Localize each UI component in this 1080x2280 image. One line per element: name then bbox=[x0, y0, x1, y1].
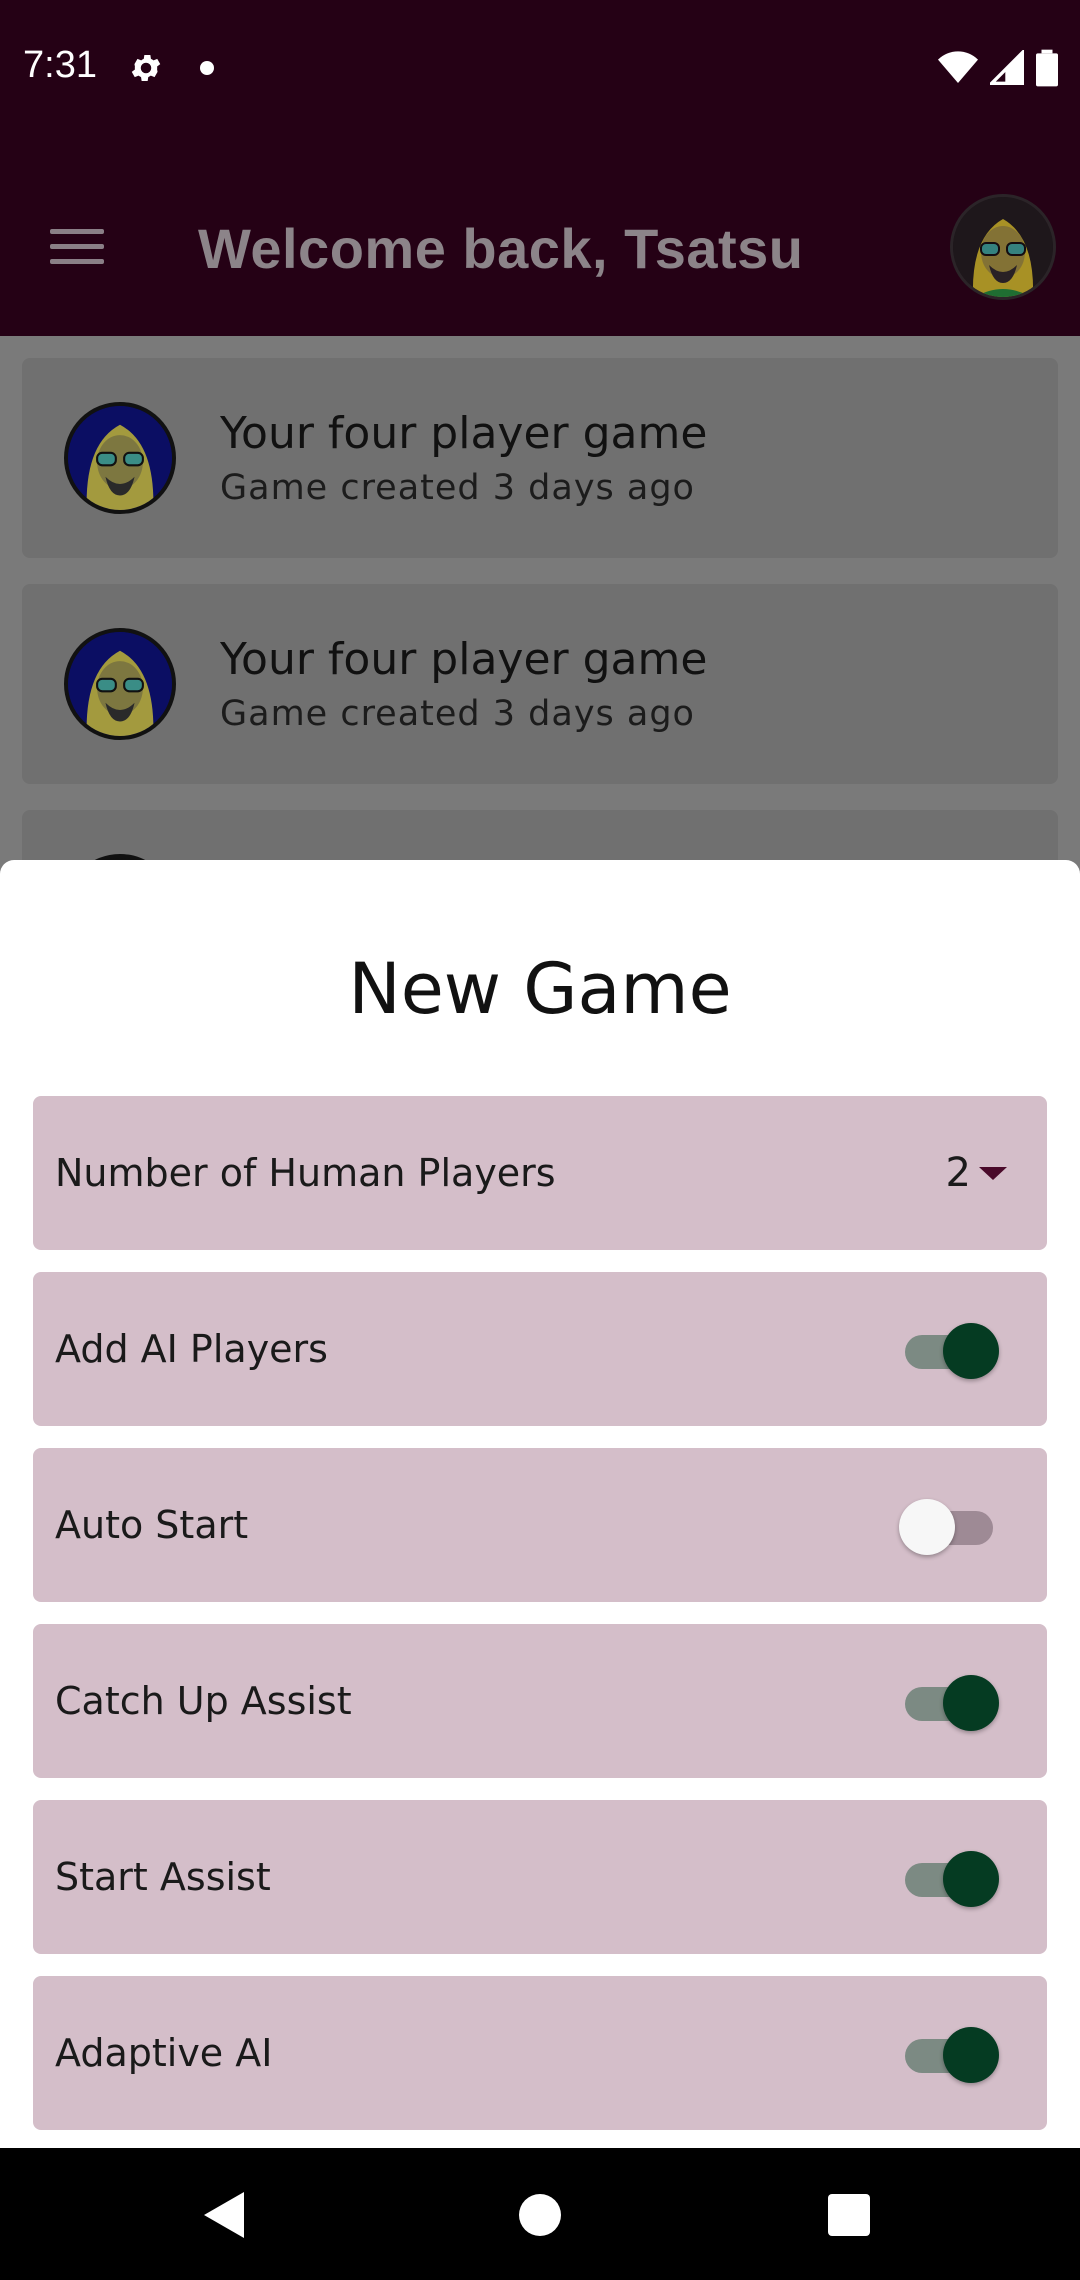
avatar-icon bbox=[68, 406, 172, 510]
option-label: Number of Human Players bbox=[55, 1151, 556, 1195]
option-catch-up-assist: Catch Up Assist bbox=[33, 1624, 1047, 1778]
catch-up-assist-toggle[interactable] bbox=[899, 1673, 999, 1731]
signal-icon bbox=[990, 50, 1024, 85]
game-card[interactable]: Your four player game Game created 3 day… bbox=[22, 358, 1058, 558]
option-start-assist: Start Assist bbox=[33, 1800, 1047, 1954]
game-card[interactable]: Your four player game Game created 3 day… bbox=[22, 584, 1058, 784]
avatar-icon bbox=[68, 632, 172, 736]
status-time: 7:31 bbox=[23, 44, 97, 86]
start-assist-toggle[interactable] bbox=[899, 1849, 999, 1907]
adaptive-ai-toggle[interactable] bbox=[899, 2025, 999, 2083]
menu-icon[interactable] bbox=[50, 229, 104, 265]
status-bar: 7:31 bbox=[0, 0, 1080, 136]
auto-start-toggle[interactable] bbox=[899, 1497, 999, 1555]
back-icon[interactable] bbox=[204, 2192, 244, 2238]
settings-icon bbox=[131, 54, 161, 82]
game-subtitle: Game created 3 days ago bbox=[220, 468, 695, 508]
game-title: Your four player game bbox=[220, 408, 708, 459]
games-list: Your four player game Game created 3 day… bbox=[0, 336, 1080, 860]
option-auto-start: Auto Start bbox=[33, 1448, 1047, 1602]
wifi-icon bbox=[938, 51, 978, 83]
status-icons bbox=[938, 48, 1058, 88]
option-adaptive-ai: Adaptive AI bbox=[33, 1976, 1047, 2130]
page-title: Welcome back, Tsatsu bbox=[198, 217, 804, 280]
battery-icon bbox=[1036, 49, 1058, 87]
notification-dot-icon bbox=[200, 61, 214, 75]
game-subtitle: Game created 3 days ago bbox=[220, 694, 695, 734]
option-label: Adaptive AI bbox=[55, 2031, 273, 2075]
option-label: Auto Start bbox=[55, 1503, 249, 1547]
game-title: Your four player game bbox=[220, 634, 708, 685]
avatar-icon bbox=[953, 197, 1053, 297]
app-bar: Welcome back, Tsatsu bbox=[0, 136, 1080, 336]
human-players-select[interactable]: Number of Human Players 2 bbox=[33, 1096, 1047, 1250]
add-ai-players-toggle[interactable] bbox=[899, 1321, 999, 1379]
game-avatar bbox=[64, 402, 176, 514]
select-value: 2 bbox=[945, 1150, 971, 1196]
option-label: Start Assist bbox=[55, 1855, 271, 1899]
option-add-ai-players: Add AI Players bbox=[33, 1272, 1047, 1426]
home-icon[interactable] bbox=[519, 2194, 561, 2236]
recents-icon[interactable] bbox=[828, 2194, 870, 2236]
new-game-sheet: New Game Number of Human Players 2 Add A… bbox=[0, 860, 1080, 2148]
game-avatar bbox=[64, 628, 176, 740]
profile-avatar[interactable] bbox=[950, 194, 1056, 300]
navigation-bar bbox=[0, 2148, 1080, 2280]
dropdown-caret-icon bbox=[979, 1167, 1007, 1180]
option-label: Catch Up Assist bbox=[55, 1679, 352, 1723]
option-label: Add AI Players bbox=[55, 1327, 328, 1371]
sheet-title: New Game bbox=[348, 948, 732, 1030]
game-card[interactable] bbox=[22, 810, 1058, 860]
